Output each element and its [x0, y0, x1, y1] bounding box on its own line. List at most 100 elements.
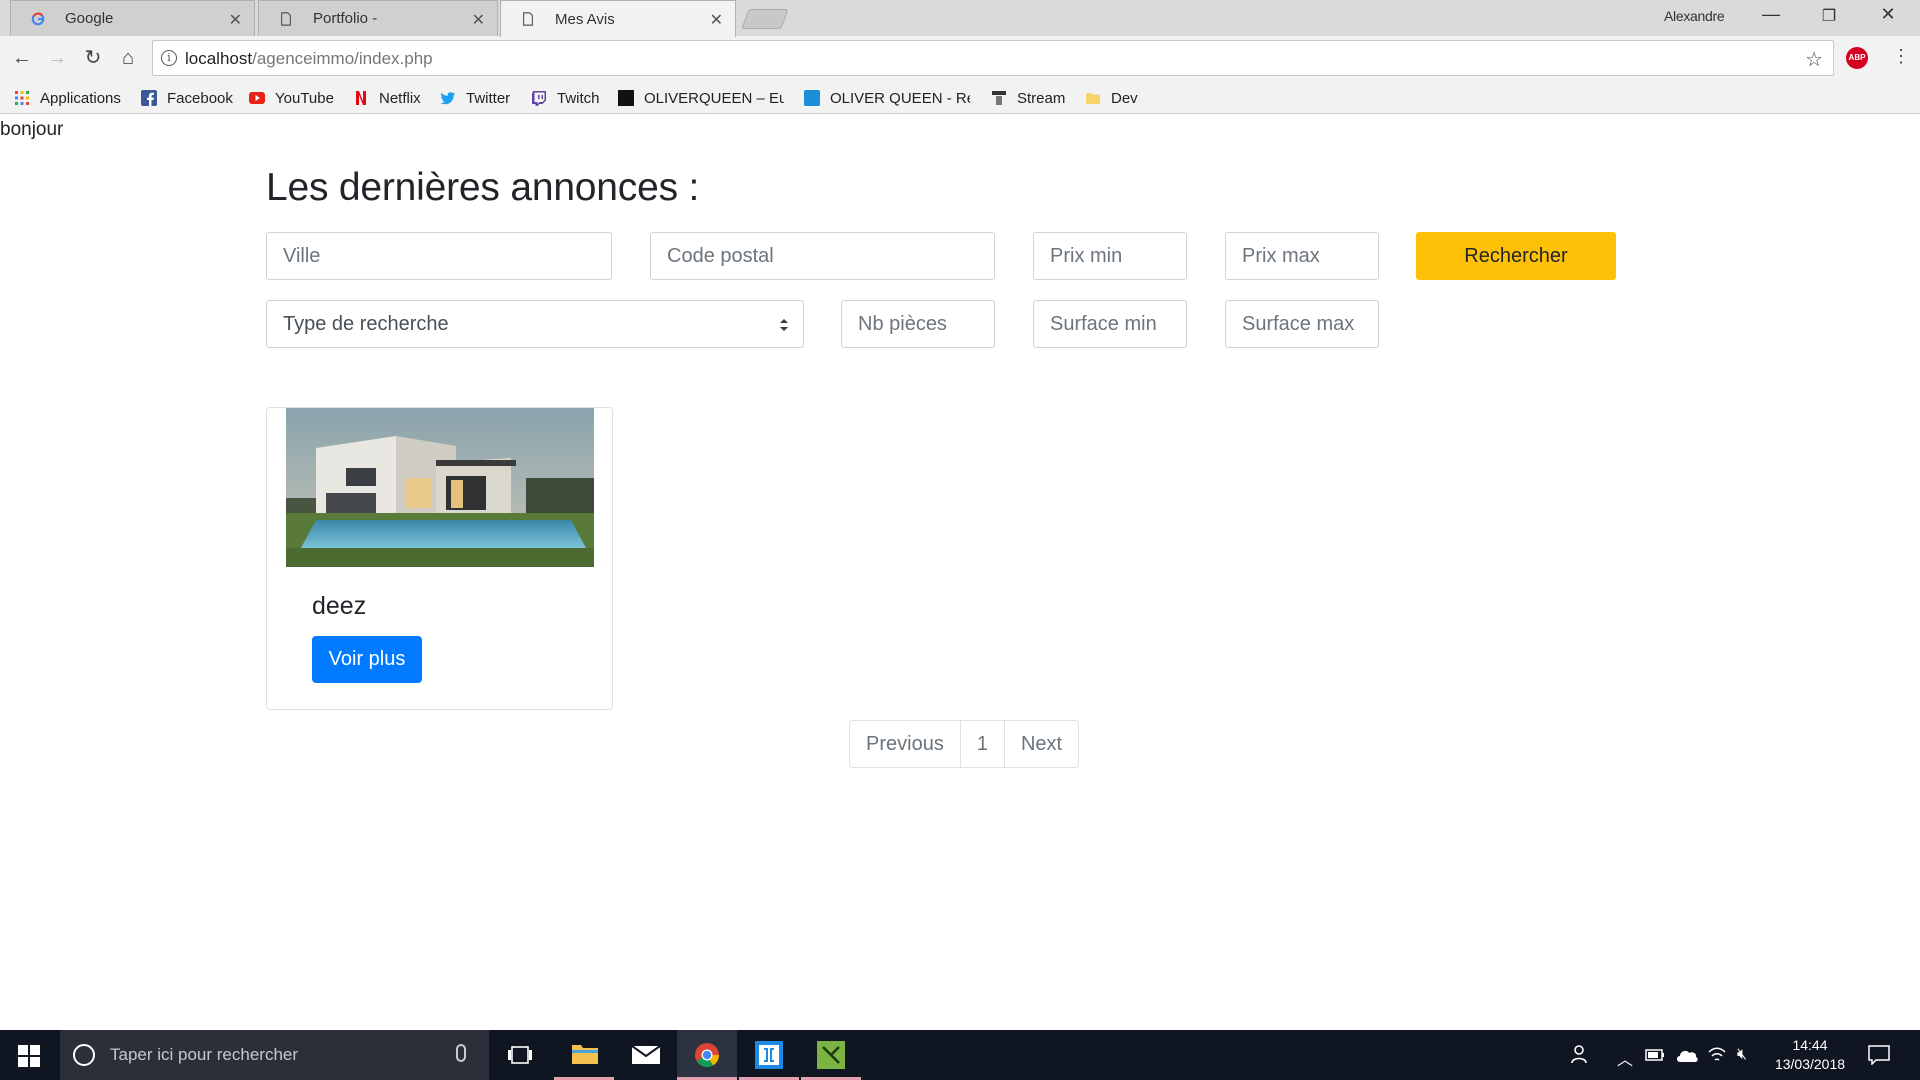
people-icon[interactable]: [1570, 1043, 1592, 1065]
bookmark-star-icon[interactable]: ☆: [1805, 47, 1823, 72]
battery-icon[interactable]: [1645, 1048, 1665, 1062]
bookmark-youtube[interactable]: YouTube: [249, 88, 334, 108]
clock-date: 13/03/2018: [1774, 1056, 1846, 1072]
new-tab-button[interactable]: [741, 9, 789, 29]
windows-start-icon[interactable]: [18, 1045, 40, 1067]
house-photo: [286, 408, 594, 567]
notifications-icon[interactable]: [1868, 1045, 1890, 1065]
onedrive-icon[interactable]: [1675, 1047, 1699, 1063]
taskbar-search-placeholder: Taper ici pour rechercher: [110, 1045, 299, 1064]
bookmark-applications[interactable]: Applications: [14, 88, 121, 108]
surface-max-input[interactable]: Surface max: [1225, 300, 1379, 348]
stream-icon: [992, 91, 1006, 105]
close-tab-icon[interactable]: ✕: [229, 10, 242, 30]
bookmark-stream[interactable]: Stream: [991, 88, 1065, 108]
adblock-icon[interactable]: ABP: [1846, 47, 1868, 69]
chevron-up-icon[interactable]: ︿: [1617, 1046, 1633, 1070]
tab-mes-avis[interactable]: Mes Avis ✕: [500, 0, 736, 37]
close-window-icon[interactable]: ✕: [1873, 4, 1903, 25]
url-host: localhost: [185, 49, 253, 68]
bookmark-oliverqueen-euro[interactable]: OLIVERQUEEN – Euro: [618, 88, 784, 108]
tab-google[interactable]: Google ✕: [10, 0, 255, 36]
rechercher-button[interactable]: Rechercher: [1416, 232, 1616, 280]
bookmark-oliverqueen-resume[interactable]: OLIVER QUEEN - Rési: [804, 88, 970, 108]
ville-input[interactable]: Ville: [266, 232, 612, 280]
menu-dots-icon[interactable]: ⋮: [1892, 46, 1910, 67]
bookmark-folder-dev[interactable]: Dev: [1085, 88, 1138, 108]
close-tab-icon[interactable]: ✕: [710, 10, 723, 30]
url-text[interactable]: localhost/agenceimmo/index.php: [185, 49, 433, 69]
task-view-icon[interactable]: [508, 1045, 532, 1065]
chrome-app[interactable]: [677, 1030, 737, 1080]
taskbar: Taper ici pour rechercher ︿ 🔇︎ 14:44 13/…: [0, 1030, 1920, 1080]
greeting-text: bonjour: [0, 119, 64, 140]
mail-icon: [631, 1045, 661, 1064]
bookmark-facebook[interactable]: Facebook: [141, 88, 233, 108]
back-icon[interactable]: ←: [9, 45, 35, 71]
cortana-icon: [73, 1044, 95, 1066]
nb-pieces-input[interactable]: Nb pièces: [841, 300, 995, 348]
select-value: Type de recherche: [283, 313, 449, 335]
profile-name[interactable]: Alexandre: [1664, 8, 1725, 24]
page-icon: [523, 12, 533, 26]
bookmark-label: Netflix: [379, 89, 421, 107]
home-icon[interactable]: ⌂: [115, 45, 141, 71]
prix-min-input[interactable]: Prix min: [1033, 232, 1187, 280]
select-arrows-icon: [780, 319, 788, 331]
twitch-icon: [532, 91, 546, 106]
next-page-link[interactable]: Next: [1005, 721, 1078, 767]
microphone-icon[interactable]: [456, 1044, 466, 1062]
close-tab-icon[interactable]: ✕: [472, 10, 485, 30]
browser-toolbar: ← → ↻ ⌂ i localhost/agenceimmo/index.php…: [0, 36, 1920, 80]
dev-app[interactable]: [739, 1030, 799, 1080]
bookmark-twitch[interactable]: Twitch: [531, 88, 600, 108]
bookmark-label: Stream: [1017, 89, 1066, 107]
mail-app[interactable]: [616, 1030, 676, 1080]
bookmark-label: OLIVERQUEEN – Euro: [644, 89, 784, 107]
apps-grid-icon: [15, 91, 29, 105]
minimize-icon[interactable]: —: [1756, 4, 1786, 25]
volume-muted-icon[interactable]: 🔇︎: [1737, 1046, 1747, 1064]
type-recherche-select[interactable]: Type de recherche: [266, 300, 804, 348]
bookmark-label: OLIVER QUEEN - Rési: [830, 89, 970, 107]
restore-icon[interactable]: ❐: [1814, 6, 1844, 26]
page-title: Les dernières annonces :: [266, 166, 700, 209]
code-postal-input[interactable]: Code postal: [650, 232, 995, 280]
bookmark-twitter[interactable]: Twitter: [440, 88, 510, 108]
chrome-icon: [695, 1043, 719, 1068]
bookmark-label: YouTube: [275, 89, 334, 107]
previous-page-link[interactable]: Previous: [850, 721, 961, 767]
site-logo-icon: [804, 90, 820, 106]
tab-portfolio[interactable]: Portfolio - ✕: [258, 0, 498, 36]
tab-label: Google: [65, 10, 114, 27]
reload-icon[interactable]: ↻: [80, 45, 106, 71]
system-clock[interactable]: 14:44 13/03/2018: [1770, 1036, 1850, 1074]
taskbar-search[interactable]: Taper ici pour rechercher: [60, 1030, 489, 1080]
bookmark-label: Dev: [1111, 89, 1138, 107]
tab-label: Portfolio -: [313, 10, 378, 27]
url-path: /agenceimmo/index.php: [252, 49, 433, 68]
listing-title: deez: [312, 592, 367, 620]
site-logo-icon: [618, 90, 634, 106]
bookmark-label: Twitter: [466, 89, 511, 107]
clock-time: 14:44: [1792, 1037, 1828, 1053]
page-link-1[interactable]: 1: [961, 721, 1005, 767]
surface-min-input[interactable]: Surface min: [1033, 300, 1187, 348]
file-explorer-app[interactable]: [554, 1030, 614, 1080]
address-bar[interactable]: i localhost/agenceimmo/index.php ☆: [152, 40, 1834, 76]
forward-icon[interactable]: →: [44, 45, 70, 71]
bookmark-label: Applications: [40, 89, 121, 107]
twitter-icon: [440, 92, 455, 105]
google-icon: [31, 12, 45, 26]
wifi-icon[interactable]: [1707, 1046, 1727, 1064]
bookmark-label: Facebook: [167, 89, 233, 107]
server-app[interactable]: [801, 1030, 861, 1080]
bookmark-netflix[interactable]: Netflix: [353, 88, 421, 108]
youtube-icon: [249, 92, 265, 104]
folder-icon: [572, 1045, 598, 1064]
listing-card: deez Voir plus: [266, 407, 613, 710]
info-icon[interactable]: i: [161, 50, 177, 66]
prix-max-input[interactable]: Prix max: [1225, 232, 1379, 280]
voir-plus-button[interactable]: Voir plus: [312, 636, 422, 683]
tab-label: Mes Avis: [555, 10, 615, 28]
